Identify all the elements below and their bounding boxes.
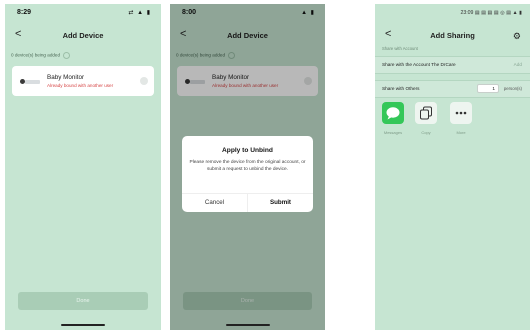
share-option-messages[interactable]: Messages [382,102,404,135]
device-image [20,78,40,85]
device-status: Already bound with another user [47,83,114,88]
nav-bar: < Add Sharing ⚙ [375,26,530,46]
add-link[interactable]: Add [514,62,522,67]
screen-apply-unbind: 8:00 ▲ ▮ < Add Device 0 device(s) being … [170,4,325,330]
status-bar: 8:29 ⇄ ▲ ▮ [5,4,161,22]
status-icons: ⇄ ▲ ▮ [128,10,151,16]
messages-icon [382,102,404,124]
more-icon [450,102,472,124]
page-title: Add Sharing [430,31,475,40]
dialog-message: Please remove the device from the origin… [189,160,306,172]
spinner-icon [63,52,71,59]
share-option-more[interactable]: More [450,102,472,135]
home-indicator [61,324,105,326]
device-card[interactable]: Baby Monitor Already bound with another … [12,66,154,96]
select-circle-icon[interactable] [140,77,148,85]
dialog-actions: Cancel Submit [182,193,313,212]
section-share-with-account: Share with Account [382,46,418,51]
cancel-button[interactable]: Cancel [182,194,248,212]
adding-status: 0 device(s) being added [11,52,71,59]
unbind-dialog: Apply to Unbind Please remove the device… [182,136,313,212]
person-count-unit: person(s) [503,86,522,91]
share-option-copy[interactable]: Copy [415,102,437,135]
screen-add-device: 8:29 ⇄ ▲ ▮ < Add Device 0 device(s) bein… [5,4,161,330]
status-text: 23:09 ▤ ▤ ▤ ▤ ◎ ▤ ▲ ▮ [460,10,522,16]
device-name: Baby Monitor [47,74,85,81]
person-count-input[interactable]: 1 [477,84,499,93]
status-time: 8:29 [17,9,32,16]
dialog-title: Apply to Unbind [222,147,273,154]
share-others-row: Share with Others 1 person(s) [375,80,530,98]
done-button[interactable]: Done [18,292,148,310]
adding-status-text: 0 device(s) being added [11,52,61,58]
page-title: Add Device [62,31,104,40]
share-option-label: Messages [383,130,403,135]
gear-icon[interactable]: ⚙ [513,31,521,42]
share-option-label: More [456,130,466,135]
share-option-label: Copy [421,130,431,135]
submit-button[interactable]: Submit [248,194,313,212]
share-account-row[interactable]: Share with the Account The DrCare Add [375,56,530,74]
screen-add-sharing: 23:09 ▤ ▤ ▤ ▤ ◎ ▤ ▲ ▮ < Add Sharing ⚙ Sh… [375,4,530,330]
nav-bar: < Add Device [5,26,161,46]
home-indicator [225,324,270,326]
copy-icon [415,102,437,124]
status-bar: 23:09 ▤ ▤ ▤ ▤ ◎ ▤ ▲ ▮ [375,4,530,24]
share-others-label: Share with Others [382,86,420,91]
share-account-label: Share with the Account The DrCare [382,62,456,67]
